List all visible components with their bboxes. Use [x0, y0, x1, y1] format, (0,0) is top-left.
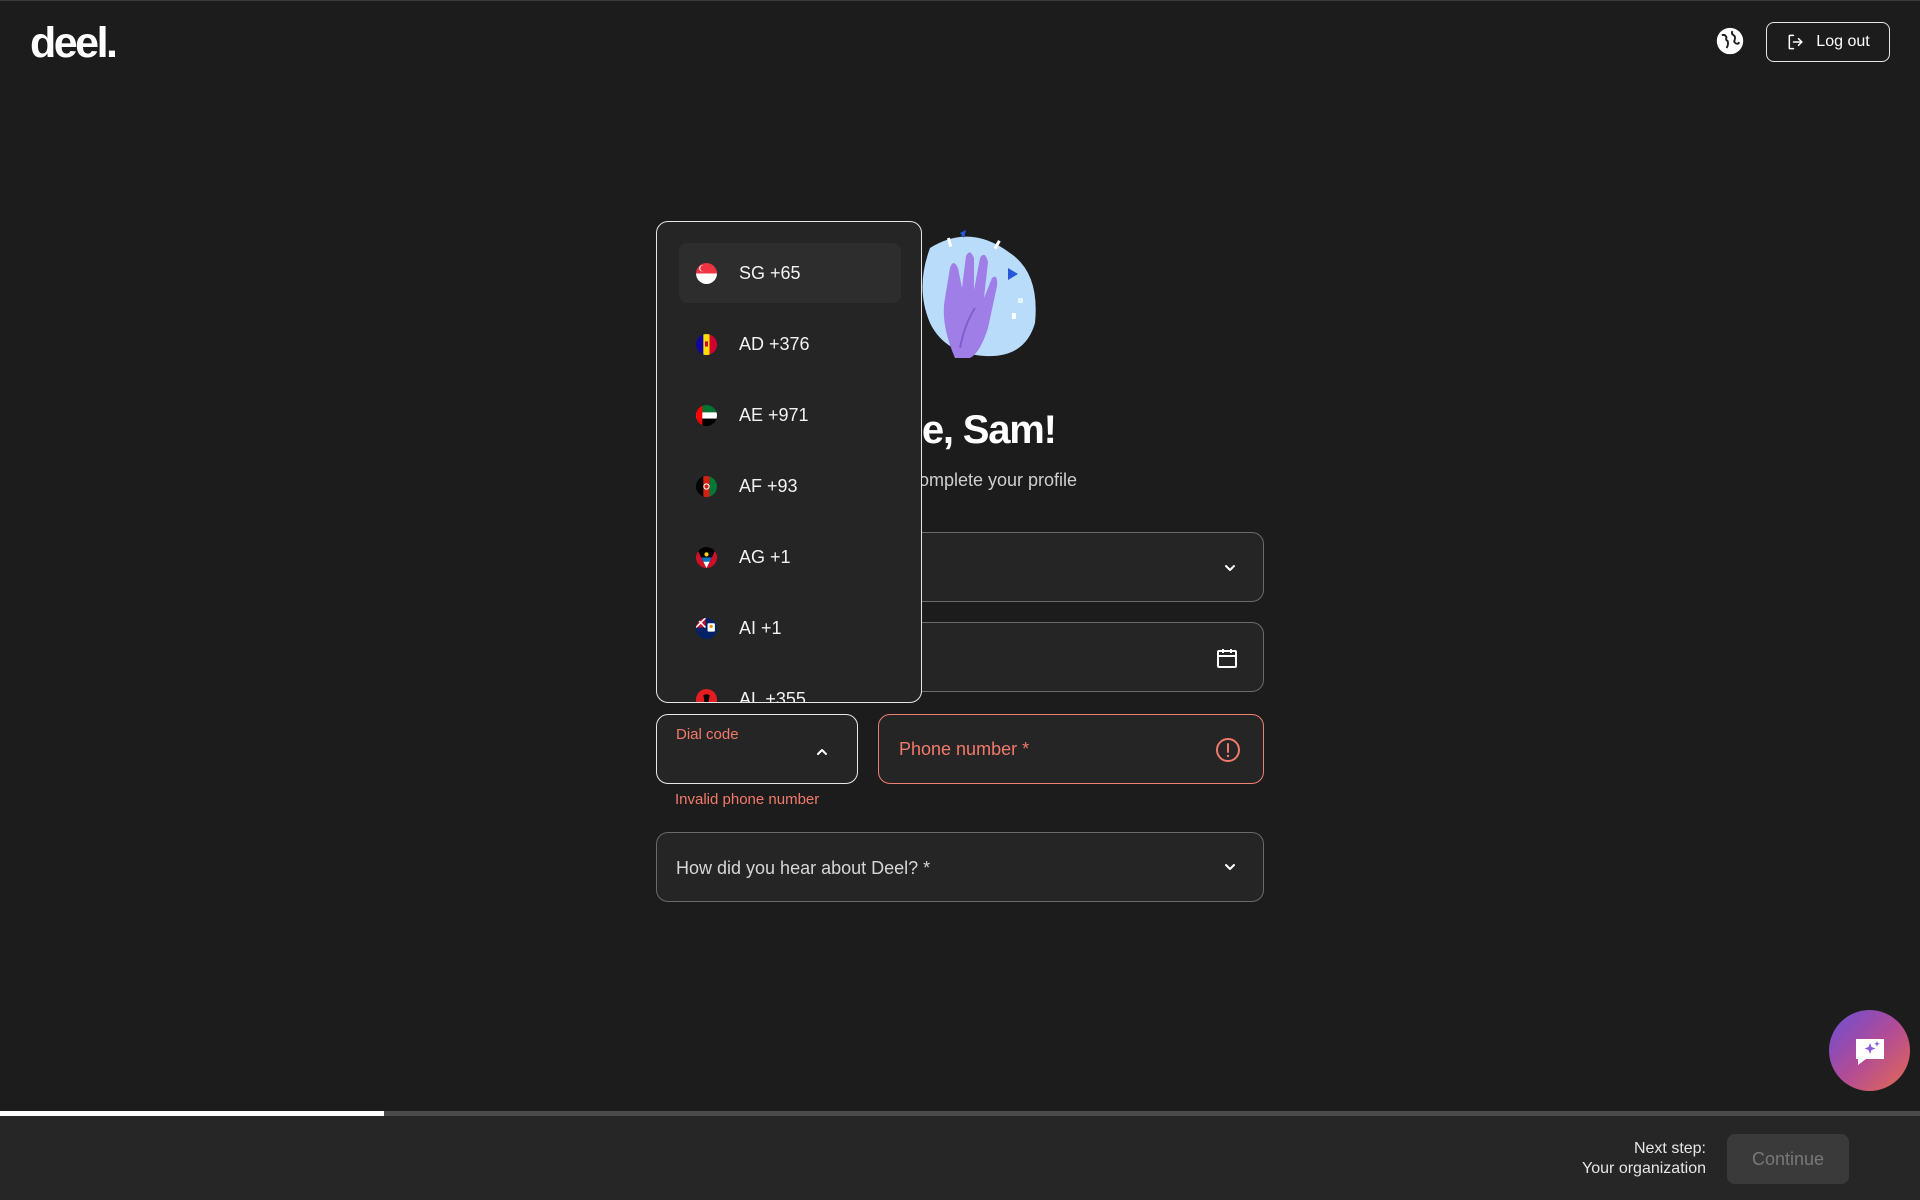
globe-icon[interactable] [1716, 27, 1744, 55]
dial-option-ag[interactable]: AG +1 [679, 527, 901, 587]
dial-code-dropdown[interactable]: SG +65 AD +376 AE +971 AF +93 AG +1 AI +… [656, 221, 922, 703]
flag-sg-icon [696, 262, 717, 284]
dial-option-label: SG +65 [739, 262, 801, 283]
phone-error-text: Invalid phone number [675, 791, 820, 808]
flag-ae-icon [696, 404, 717, 426]
dial-code-select[interactable]: Dial code [656, 714, 858, 784]
flag-ad-icon [696, 333, 717, 355]
calendar-icon[interactable] [1215, 646, 1239, 670]
dial-code-label: Dial code [676, 726, 739, 743]
deel-logo[interactable]: deel. [30, 19, 118, 68]
chevron-up-icon [817, 749, 827, 755]
chevron-down-icon [1225, 565, 1235, 571]
high-five-illustration [922, 230, 1036, 358]
footer-bar: Next step: Your organization Continue [0, 1116, 1920, 1200]
phone-number-placeholder: Phone number * [899, 739, 1030, 759]
dial-option-sg[interactable]: SG +65 [679, 243, 901, 303]
next-step-value: Your organization [1582, 1160, 1706, 1177]
dial-option-ae[interactable]: AE +971 [679, 385, 901, 445]
flag-af-icon [696, 475, 717, 497]
next-step-info: Next step: Your organization [1582, 1139, 1706, 1179]
dial-option-al[interactable]: AL +355 [679, 669, 901, 703]
top-bar: deel. Log out [0, 0, 1920, 84]
logout-icon [1788, 34, 1803, 50]
chat-sparkle-icon [1855, 1038, 1884, 1065]
ai-assistant-button[interactable] [1829, 1010, 1910, 1091]
flag-ag-icon [696, 546, 717, 568]
flag-al-icon [696, 688, 717, 702]
error-icon [1216, 738, 1240, 762]
logout-label: Log out [1816, 33, 1870, 50]
dial-option-label: AD +376 [739, 333, 810, 354]
dial-option-ai[interactable]: AI +1 [679, 598, 901, 658]
dial-option-ad[interactable]: AD +376 [679, 314, 901, 374]
referral-source-select[interactable]: How did you hear about Deel? * [656, 832, 1264, 902]
dial-option-label: AF +93 [739, 475, 798, 496]
logout-button[interactable]: Log out [1766, 22, 1890, 62]
flag-ai-icon [696, 617, 717, 639]
next-step-label: Next step: [1633, 1140, 1706, 1157]
dial-option-label: AI +1 [739, 617, 782, 638]
phone-number-field[interactable]: Phone number * [878, 714, 1264, 784]
referral-source-placeholder: How did you hear about Deel? * [676, 858, 931, 878]
dial-option-af[interactable]: AF +93 [679, 456, 901, 516]
continue-button[interactable]: Continue [1727, 1134, 1849, 1184]
dial-option-label: AL +355 [739, 688, 806, 703]
chevron-down-icon [1225, 864, 1235, 870]
dial-option-label: AG +1 [739, 546, 791, 567]
dial-option-label: AE +971 [739, 404, 809, 425]
